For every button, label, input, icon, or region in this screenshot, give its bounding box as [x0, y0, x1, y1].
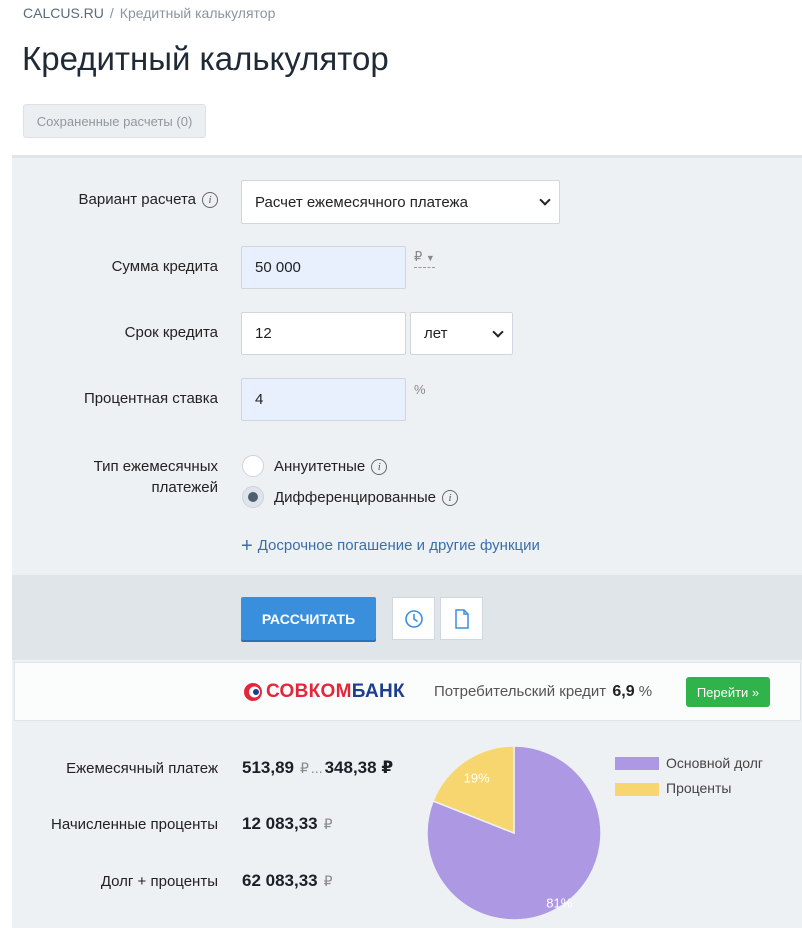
- accrued-interest-value: 12 083,33 ₽: [242, 814, 333, 834]
- ad-rate-unit: %: [638, 683, 653, 700]
- range-ellipsis: ...: [310, 760, 323, 776]
- chevron-down-icon: [539, 194, 551, 206]
- radio-differentiated-text: Дифференцированные: [274, 489, 437, 506]
- currency-symbol: ₽: [414, 249, 423, 264]
- total-amount: 62 083,33: [242, 871, 318, 890]
- info-icon[interactable]: i: [442, 490, 459, 507]
- history-button[interactable]: [392, 597, 435, 640]
- payment-type-label-line1: Тип ежемесячных: [93, 458, 218, 475]
- more-options-text: Досрочное погашение и другие функции: [257, 537, 540, 554]
- term-label: Срок кредита: [124, 324, 218, 341]
- variant-label-text: Вариант расчета: [78, 191, 196, 208]
- pie-label-1: 19%: [464, 770, 490, 785]
- info-icon[interactable]: i: [371, 459, 388, 476]
- caret-down-icon: ▼: [425, 253, 435, 263]
- monthly-payment-label: Ежемесячный платеж: [66, 760, 218, 777]
- breadcrumb: CALCUS.RU / Кредитный калькулятор: [23, 5, 275, 21]
- term-unit-value: лет: [424, 325, 448, 342]
- percent-unit: %: [414, 382, 426, 397]
- radio-differentiated-label[interactable]: Дифференцированные i: [274, 489, 459, 507]
- accrued-interest-label: Начисленные проценты: [51, 816, 218, 833]
- variant-select[interactable]: Расчет ежемесячного платежа: [241, 180, 560, 224]
- radio-annuity[interactable]: [242, 455, 264, 477]
- sovcombank-logo-icon[interactable]: [243, 682, 263, 702]
- monthly-payment-from: 513,89: [242, 758, 294, 777]
- amount-input[interactable]: 50 000: [241, 246, 406, 289]
- currency-symbol: ₽: [323, 816, 333, 832]
- variant-label: Вариант расчета i: [78, 191, 218, 209]
- payment-type-label-line2: платежей: [151, 479, 218, 496]
- export-document-button[interactable]: [440, 597, 483, 640]
- legend-interest: Проценты: [666, 780, 732, 796]
- legend-swatch-principal: [615, 757, 659, 770]
- amount-label: Сумма кредита: [111, 258, 218, 275]
- payment-type-label: Тип ежемесячных платежей: [94, 456, 218, 498]
- info-icon[interactable]: i: [202, 192, 218, 209]
- page-title: Кредитный калькулятор: [22, 40, 389, 77]
- chevron-down-icon: [492, 325, 504, 338]
- ad-text: Потребительский кредит 6,9 %: [434, 683, 652, 701]
- saved-calculations-button[interactable]: Сохраненные расчеты (0): [23, 104, 206, 138]
- logo-part-1: СОВКОМ: [266, 681, 352, 702]
- currency-symbol: ₽: [323, 873, 333, 889]
- radio-annuity-text: Аннуитетные: [274, 458, 366, 475]
- currency-symbol: ₽: [300, 760, 309, 776]
- term-unit-select[interactable]: лет: [410, 312, 513, 355]
- monthly-payment-value: 513,89 ₽... 348,38 ₽: [242, 758, 393, 778]
- radio-differentiated[interactable]: [242, 486, 264, 508]
- ad-banner: [14, 662, 801, 721]
- currency-symbol: ₽: [381, 758, 394, 777]
- breadcrumb-home-link[interactable]: CALCUS.RU: [23, 5, 104, 21]
- legend-swatch-interest: [615, 783, 659, 796]
- more-options-link[interactable]: + Досрочное погашение и другие функции: [241, 535, 540, 558]
- variant-select-value: Расчет ежемесячного платежа: [255, 193, 468, 211]
- total-label: Долг + проценты: [100, 873, 218, 890]
- radio-annuity-label[interactable]: Аннуитетные i: [274, 458, 388, 476]
- sovcombank-logo[interactable]: СОВКОМБАНК: [266, 681, 405, 703]
- total-value: 62 083,33 ₽: [242, 871, 333, 891]
- go-button[interactable]: Перейти »: [686, 677, 770, 707]
- plus-icon: +: [241, 535, 253, 557]
- breadcrumb-separator: /: [109, 5, 114, 21]
- rate-label: Процентная ставка: [83, 390, 218, 407]
- ad-rate: 6,9: [612, 683, 635, 700]
- logo-part-2: БАНК: [351, 681, 405, 702]
- currency-dropdown[interactable]: ₽ ▼: [414, 249, 435, 268]
- term-input[interactable]: 12: [241, 312, 406, 355]
- pie-label-0: 81%: [546, 896, 572, 911]
- accrued-interest-amount: 12 083,33: [242, 814, 318, 833]
- legend-principal: Основной долг: [666, 755, 763, 771]
- rate-input[interactable]: 4: [241, 378, 406, 421]
- payments-pie-chart: 81% 19%: [426, 745, 602, 921]
- document-icon: [454, 608, 469, 629]
- monthly-payment-to: 348,38: [324, 758, 377, 777]
- clock-icon: [404, 609, 423, 628]
- breadcrumb-current[interactable]: Кредитный калькулятор: [120, 5, 276, 21]
- calculate-button[interactable]: РАССЧИТАТЬ: [241, 597, 376, 640]
- ad-description: Потребительский кредит: [434, 683, 607, 700]
